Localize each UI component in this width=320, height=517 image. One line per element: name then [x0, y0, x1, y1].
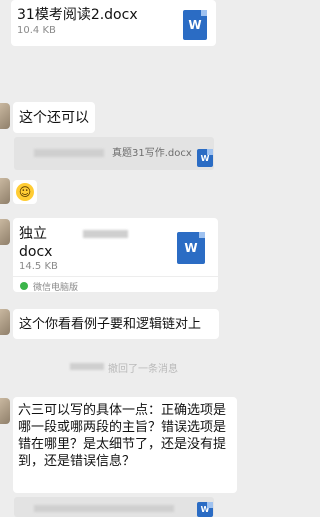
text-message[interactable]: 这个还可以: [13, 102, 95, 133]
file-name-line2: docx: [19, 244, 53, 260]
text-message[interactable]: 六三可以写的具体一点：正确选项是哪一段或哪两段的主旨？错误选项是错在哪里？是太细…: [13, 397, 237, 493]
blurred-name: [70, 363, 104, 370]
message-text: 这个你看看例子要和逻辑链对上: [19, 317, 202, 332]
avatar[interactable]: [0, 309, 10, 335]
file-name: 31模考阅读2.docx: [17, 7, 138, 23]
avatar[interactable]: [0, 398, 10, 424]
avatar[interactable]: [0, 219, 10, 245]
file-message[interactable]: 31模考阅读2.docx 10.4 KB W: [11, 0, 216, 46]
quoted-file-name: 真题31写作.docx: [112, 148, 192, 159]
file-size: 10.4 KB: [17, 25, 56, 36]
quoted-file[interactable]: W: [14, 497, 214, 517]
file-name-line1: 独立: [19, 226, 47, 242]
blurred-sender: [34, 505, 174, 512]
file-source-label: 微信电脑版: [33, 283, 79, 293]
quoted-file[interactable]: 真题31写作.docx W: [14, 137, 214, 170]
emoji-message[interactable]: ☺: [13, 180, 37, 204]
word-file-icon: W: [177, 232, 205, 264]
grinning-emoji-icon: ☺: [16, 183, 34, 201]
message-text: 六三可以写的具体一点：正确选项是哪一段或哪两段的主旨？错误选项是错在哪里？是太细…: [18, 403, 227, 469]
word-file-icon: W: [183, 10, 207, 40]
file-source: [13, 276, 218, 277]
wechat-icon: [20, 282, 28, 290]
recall-text: 撤回了一条消息: [108, 364, 178, 375]
avatar[interactable]: [0, 103, 10, 129]
blurred-file-name: [83, 230, 128, 238]
word-file-icon: W: [197, 149, 213, 167]
message-text: 这个还可以: [19, 110, 89, 126]
avatar[interactable]: [0, 178, 10, 204]
file-message[interactable]: 独立 docx 14.5 KB W 微信电脑版: [13, 218, 218, 293]
file-size: 14.5 KB: [19, 261, 58, 272]
text-message[interactable]: 这个你看看例子要和逻辑链对上: [13, 309, 219, 339]
blurred-sender: [34, 149, 104, 157]
